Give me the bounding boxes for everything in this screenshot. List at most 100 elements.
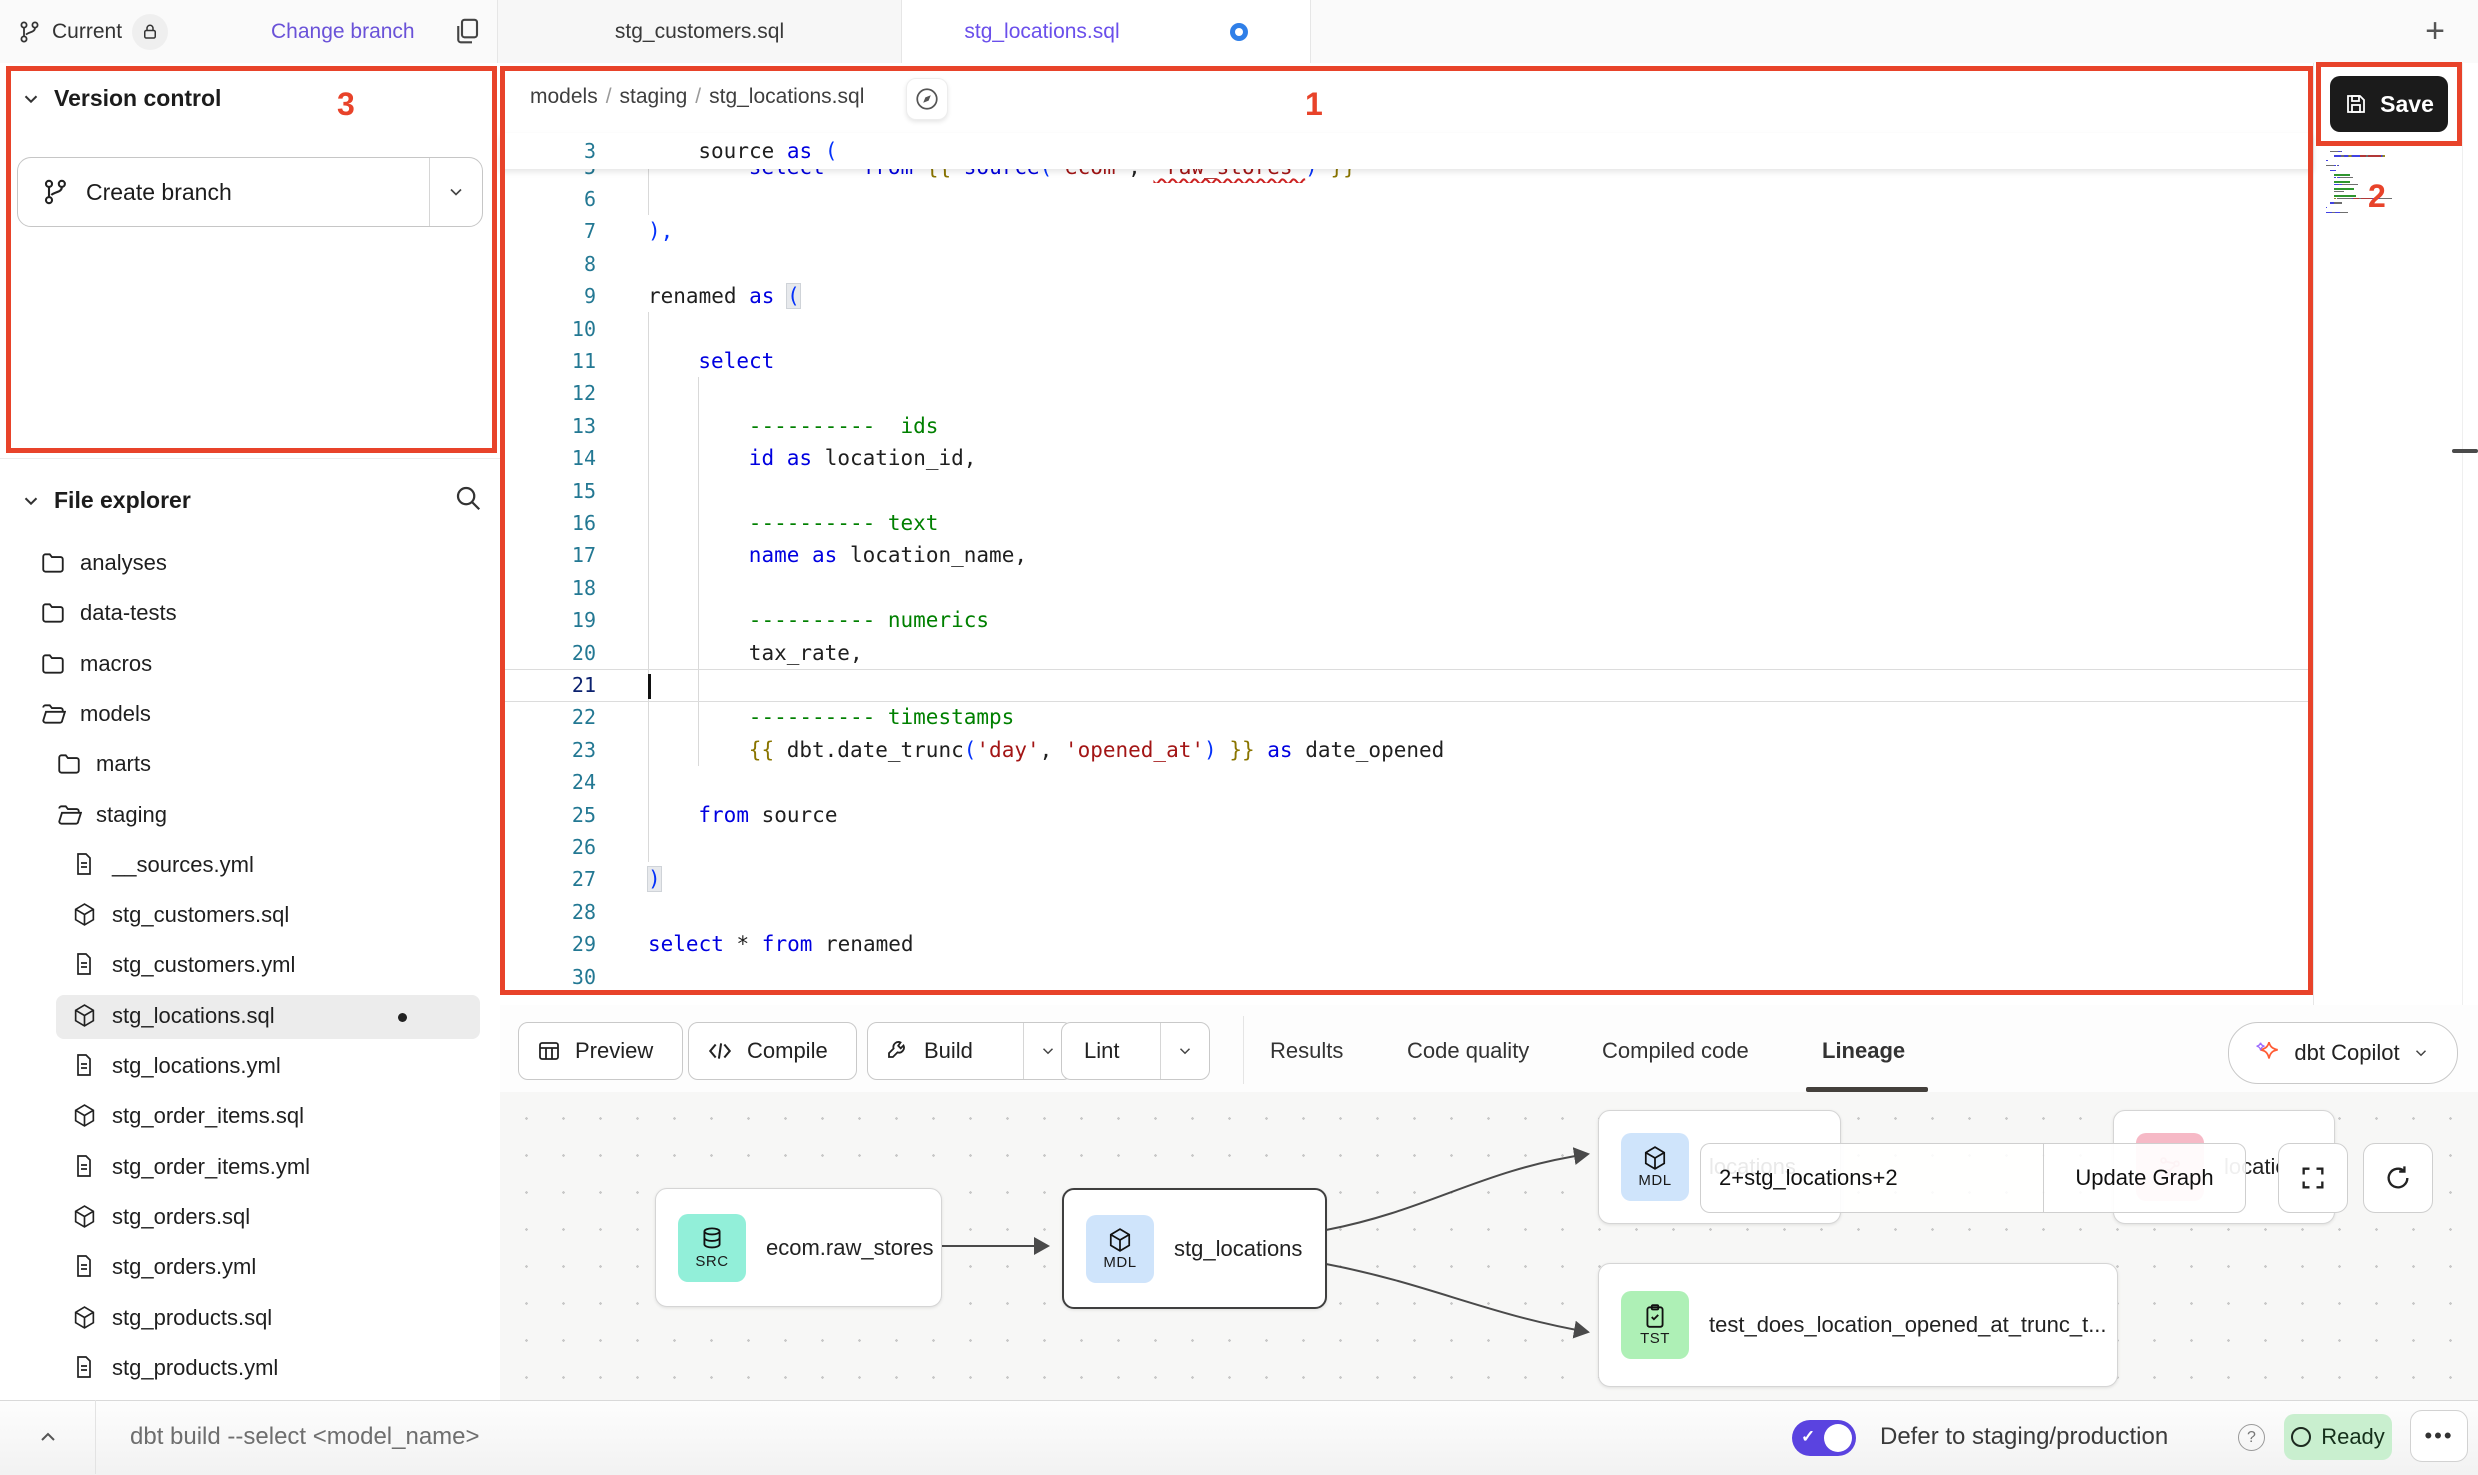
- indent-guide: [648, 312, 649, 862]
- compile-button[interactable]: Compile: [688, 1022, 857, 1080]
- code-line: tax_rate,: [749, 637, 863, 669]
- tree-item--sources-yml[interactable]: __sources.yml: [0, 841, 500, 891]
- file-label: stg_locations.yml: [112, 1053, 281, 1079]
- breadcrumb-segment[interactable]: staging: [620, 85, 688, 109]
- line-number: 17: [500, 539, 596, 571]
- editor-minimap[interactable]: [2326, 146, 2456, 220]
- minimap-line: [2330, 151, 2337, 152]
- dbt-copilot-button[interactable]: dbt Copilot: [2228, 1022, 2458, 1084]
- annotation-label-1: 1: [1305, 86, 1323, 123]
- tree-item-stg-products-sql[interactable]: stg_products.sql: [0, 1294, 500, 1344]
- lineage-node-test[interactable]: TSTtest_does_location_opened_at_trunc_t.…: [1598, 1263, 2118, 1387]
- file-label: __sources.yml: [112, 852, 254, 878]
- copilot-compass-icon[interactable]: [906, 78, 948, 120]
- breadcrumb: models/staging/stg_locations.sql: [530, 63, 864, 131]
- build-button[interactable]: Build: [867, 1022, 1073, 1080]
- file-explorer-header[interactable]: File explorer: [20, 487, 191, 514]
- tree-item-stg-locations-sql[interactable]: stg_locations.sql: [0, 992, 500, 1042]
- command-bar-expand-button[interactable]: [0, 1400, 96, 1474]
- lint-dropdown[interactable]: [1160, 1023, 1209, 1079]
- tab-stg-customers[interactable]: stg_customers.sql: [498, 0, 901, 63]
- help-icon[interactable]: ?: [2238, 1424, 2265, 1451]
- file-label: stg_customers.sql: [112, 902, 289, 928]
- line-number: 22: [500, 701, 596, 733]
- minimap-line: [2334, 195, 2356, 196]
- tree-item-models[interactable]: models: [0, 690, 500, 740]
- tree-item-stg-customers-yml[interactable]: stg_customers.yml: [0, 941, 500, 991]
- update-graph-button[interactable]: Update Graph: [2043, 1143, 2246, 1213]
- fullscreen-button[interactable]: [2278, 1143, 2348, 1213]
- branch-name-label: Current: [52, 20, 122, 44]
- doc-icon: [72, 952, 96, 976]
- tab-stg-locations[interactable]: stg_locations.sql: [902, 0, 1310, 63]
- node-label: stg_locations: [1174, 1236, 1302, 1262]
- lineage-selector-input[interactable]: 2+stg_locations+2: [1700, 1143, 2043, 1213]
- file-label: stg_products.yml: [112, 1355, 278, 1381]
- current-branch[interactable]: Current: [18, 0, 168, 63]
- minimap-line: [2342, 184, 2358, 185]
- panel-tab-lineage[interactable]: Lineage: [1822, 1022, 1905, 1080]
- code-line: ---------- ids: [749, 410, 939, 442]
- defer-label: Defer to staging/production: [1880, 1400, 2168, 1474]
- code-line: from source: [698, 799, 837, 831]
- breadcrumb-segment[interactable]: models: [530, 85, 598, 109]
- tree-item-stg-orders-sql[interactable]: stg_orders.sql: [0, 1193, 500, 1243]
- tree-item-stg-orders-yml[interactable]: stg_orders.yml: [0, 1243, 500, 1293]
- defer-toggle[interactable]: ✓: [1792, 1420, 1856, 1456]
- file-label: stg_products.sql: [112, 1305, 272, 1331]
- lint-button[interactable]: Lint: [1061, 1022, 1210, 1080]
- more-options-button[interactable]: •••: [2410, 1410, 2468, 1462]
- code-line: ---------- numerics: [749, 604, 989, 636]
- panel-resize-handle[interactable]: [2452, 449, 2478, 453]
- refresh-icon: [2384, 1164, 2412, 1192]
- tree-item-stg-order-items-yml[interactable]: stg_order_items.yml: [0, 1143, 500, 1193]
- tree-item-data-tests[interactable]: data-tests: [0, 589, 500, 639]
- scrollbar[interactable]: [2462, 63, 2478, 1005]
- doc-icon: [72, 1154, 96, 1178]
- git-branch-icon: [42, 178, 70, 206]
- create-branch-dropdown[interactable]: [429, 158, 482, 226]
- current-line-highlight: [500, 669, 2313, 702]
- line-number: 14: [500, 442, 596, 474]
- line-number: 15: [500, 475, 596, 507]
- new-tab-button[interactable]: +: [2412, 8, 2458, 54]
- change-branch-link[interactable]: Change branch: [271, 0, 415, 63]
- search-icon[interactable]: [453, 483, 483, 513]
- line-number: 21: [500, 669, 596, 701]
- panel-tab-code-quality[interactable]: Code quality: [1407, 1022, 1529, 1080]
- refresh-button[interactable]: [2363, 1143, 2433, 1213]
- tree-item-staging[interactable]: staging: [0, 791, 500, 841]
- copy-icon[interactable]: [452, 16, 482, 46]
- tab-label: stg_locations.sql: [964, 20, 1119, 44]
- save-label: Save: [2380, 91, 2434, 118]
- tree-item-marts[interactable]: marts: [0, 740, 500, 790]
- fullscreen-icon: [2299, 1164, 2327, 1192]
- status-ready-badge[interactable]: Ready: [2284, 1414, 2392, 1460]
- minimap-line: [2326, 160, 2328, 161]
- folder-icon: [56, 751, 82, 777]
- tree-item-stg-locations-yml[interactable]: stg_locations.yml: [0, 1042, 500, 1092]
- tree-item-macros[interactable]: macros: [0, 640, 500, 690]
- version-control-header[interactable]: Version control: [20, 85, 221, 112]
- command-input[interactable]: dbt build --select <model_name>: [130, 1400, 480, 1474]
- line-number: 8: [500, 248, 596, 280]
- panel-tab-compiled-code[interactable]: Compiled code: [1602, 1022, 1749, 1080]
- ready-label: Ready: [2321, 1424, 2385, 1450]
- code-line: select: [698, 345, 774, 377]
- tree-item-stg-products-yml[interactable]: stg_products.yml: [0, 1344, 500, 1394]
- file-label: staging: [96, 802, 167, 828]
- lineage-node-source[interactable]: SRCecom.raw_stores: [655, 1188, 942, 1307]
- folder-icon: [40, 550, 66, 576]
- tree-item-stg-order-items-sql[interactable]: stg_order_items.sql: [0, 1092, 500, 1142]
- chevron-up-icon: [36, 1425, 60, 1449]
- lineage-node-model[interactable]: MDLstg_locations: [1062, 1188, 1327, 1309]
- panel-tab-results[interactable]: Results: [1270, 1022, 1343, 1080]
- tree-item-analyses[interactable]: analyses: [0, 539, 500, 589]
- create-branch-button[interactable]: Create branch: [17, 157, 483, 227]
- preview-button[interactable]: Preview: [518, 1022, 683, 1080]
- save-button[interactable]: Save: [2330, 76, 2448, 132]
- minimap-line: [2326, 165, 2334, 166]
- chevron-down-icon: [446, 182, 466, 202]
- tree-item-stg-customers-sql[interactable]: stg_customers.sql: [0, 891, 500, 941]
- breadcrumb-segment[interactable]: stg_locations.sql: [709, 85, 864, 109]
